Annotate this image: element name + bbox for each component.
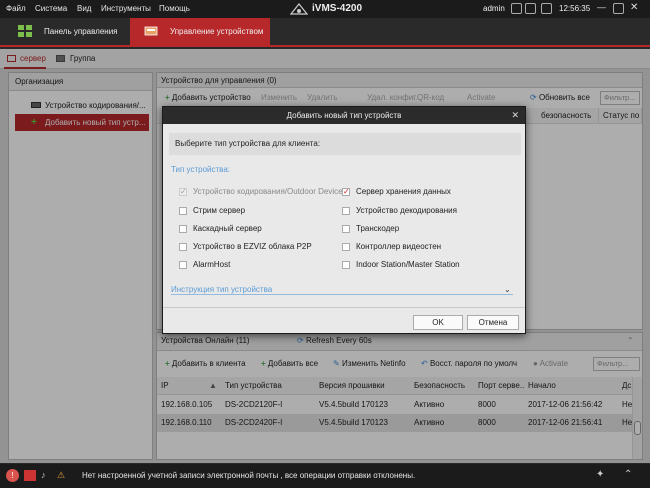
device-type-label: Тип устройства:	[171, 165, 230, 174]
app-logo-icon	[290, 3, 308, 15]
expand-icon[interactable]: ⌃	[624, 469, 632, 480]
user-name: admin	[483, 4, 505, 13]
option-label: Indoor Station/Master Station	[356, 260, 460, 269]
instructions-divider	[171, 294, 513, 295]
alarm-icon[interactable]: !	[6, 469, 19, 482]
checkbox[interactable]	[179, 186, 187, 198]
dialog-title-bar: Добавить новый тип устройств ✕	[163, 107, 525, 124]
option-storage-server[interactable]: Сервер хранения данных	[342, 186, 451, 198]
app-title: iVMS-4200	[312, 3, 363, 14]
dialog-footer-divider	[163, 307, 525, 308]
cancel-button[interactable]: Отмена	[467, 315, 519, 330]
status-message: Нет настроенной учетной записи электронн…	[82, 471, 416, 480]
tab-device-management[interactable]: Управление устройством	[130, 18, 270, 45]
checkbox[interactable]	[179, 225, 187, 233]
module-tab-bar: Панель управления Управление устройством	[0, 18, 650, 47]
option-label: Контроллер видеостен	[356, 242, 442, 251]
option-transcoder[interactable]: Транскодер	[342, 223, 399, 235]
pin-icon[interactable]: ✦	[596, 469, 604, 480]
minimize-icon[interactable]: —	[597, 3, 608, 14]
option-label: Стрим сервер	[193, 206, 246, 215]
storage-icon[interactable]	[525, 3, 536, 14]
status-bar: ! ♪ ⚠ Нет настроенной учетной записи эле…	[0, 464, 650, 488]
chevron-down-icon[interactable]: ⌄	[504, 285, 511, 294]
menu-view[interactable]: Вид	[77, 4, 91, 13]
option-stream-server[interactable]: Стрим сервер	[179, 205, 245, 217]
option-cascade-server[interactable]: Каскадный сервер	[179, 223, 262, 235]
dialog-title: Добавить новый тип устройств	[286, 111, 402, 120]
device-icon	[144, 26, 158, 36]
option-label: AlarmHost	[193, 260, 231, 269]
grid-icon	[18, 25, 32, 37]
menu-file[interactable]: Файл	[6, 4, 26, 13]
menu-help[interactable]: Помощь	[159, 4, 190, 13]
checkbox[interactable]	[179, 243, 187, 251]
lock-icon[interactable]	[511, 3, 522, 14]
instructions-toggle[interactable]: Инструкция тип устройства	[171, 285, 272, 294]
option-label: Сервер хранения данных	[356, 187, 451, 196]
checkbox[interactable]	[342, 243, 350, 251]
monitor-icon[interactable]	[541, 3, 552, 14]
warning-icon: ⚠	[57, 470, 66, 480]
option-label: Устройство декодирования	[356, 206, 457, 215]
clock: 12:56:35	[559, 4, 591, 13]
option-alarmhost[interactable]: AlarmHost	[179, 259, 230, 271]
dialog-prompt: Выберите тип устройства для клиента:	[169, 133, 521, 155]
option-decoding-device[interactable]: Устройство декодирования	[342, 205, 457, 217]
notification-icon[interactable]	[24, 470, 36, 481]
option-video-wall-controller[interactable]: Контроллер видеостен	[342, 241, 441, 253]
close-icon[interactable]: ✕	[511, 107, 519, 124]
checkbox[interactable]	[342, 225, 350, 233]
option-label: Устройство кодирования/Outdoor Device	[193, 187, 343, 196]
checkbox[interactable]	[179, 207, 187, 215]
tab-label: Панель управления	[44, 27, 118, 36]
option-ezviz-p2p[interactable]: Устройство в EZVIZ облака P2P	[179, 241, 312, 253]
menu-system[interactable]: Система	[35, 4, 67, 13]
tab-label: Управление устройством	[170, 27, 264, 36]
option-encoding-device[interactable]: Устройство кодирования/Outdoor Device	[179, 186, 343, 198]
checkbox[interactable]	[342, 186, 350, 198]
title-bar: Файл Система Вид Инструменты Помощь iVMS…	[0, 0, 650, 18]
add-device-type-dialog: Добавить новый тип устройств ✕ Выберите …	[162, 106, 526, 334]
option-label: Устройство в EZVIZ облака P2P	[193, 242, 312, 251]
checkbox[interactable]	[342, 261, 350, 269]
checkbox[interactable]	[179, 261, 187, 269]
menu-tools[interactable]: Инструменты	[101, 4, 151, 13]
close-icon[interactable]: ✕	[630, 3, 641, 14]
option-label: Каскадный сервер	[193, 224, 262, 233]
maximize-icon[interactable]	[613, 3, 624, 14]
sound-icon[interactable]: ♪	[41, 470, 46, 480]
ok-button[interactable]: OK	[413, 315, 463, 330]
checkbox[interactable]	[342, 207, 350, 215]
option-label: Транскодер	[356, 224, 400, 233]
option-indoor-station[interactable]: Indoor Station/Master Station	[342, 259, 460, 271]
tab-control-panel[interactable]: Панель управления	[4, 18, 129, 45]
